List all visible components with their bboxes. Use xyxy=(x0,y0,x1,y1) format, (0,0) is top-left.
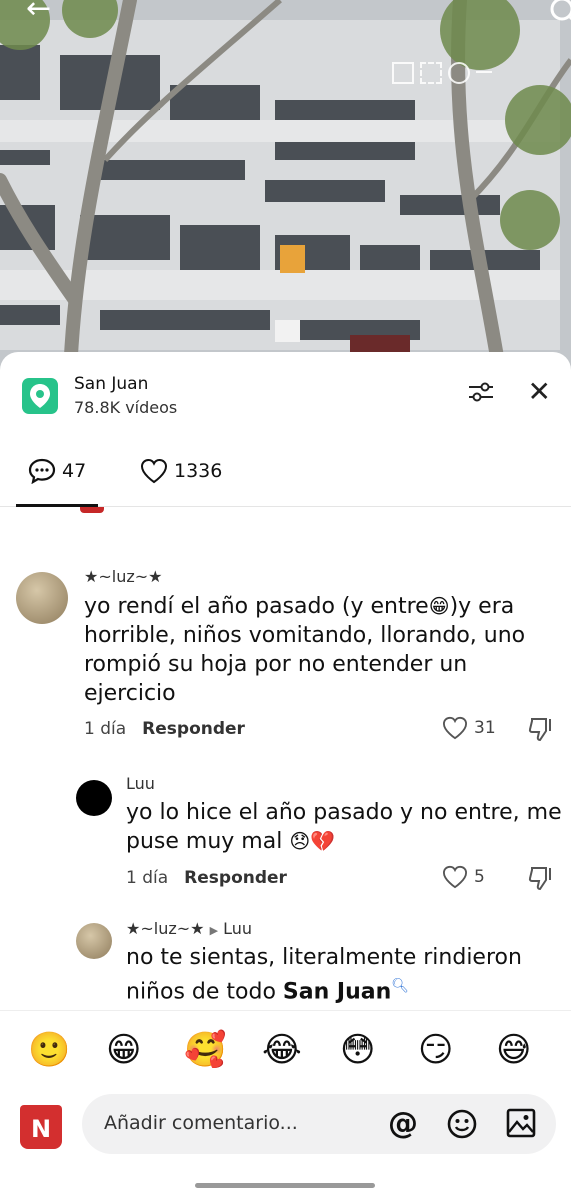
emoji-quick-bar: 🙂 😁 🥰 😂 😳 😏 😅 xyxy=(0,1010,571,1091)
square-icon xyxy=(392,62,414,84)
comment-input-placeholder: Añadir comentario... xyxy=(104,1112,298,1134)
emoji-tears-of-joy[interactable]: 😂 xyxy=(262,1033,302,1067)
image-icon[interactable] xyxy=(506,1108,536,1142)
circle-icon xyxy=(448,62,470,84)
building-scene xyxy=(0,0,571,375)
heart-icon xyxy=(140,458,168,484)
dislike-icon[interactable] xyxy=(527,865,555,895)
comment-like-button[interactable]: 5 xyxy=(442,865,485,889)
home-indicator[interactable] xyxy=(195,1183,375,1188)
comment-tabs: 47 1336 xyxy=(0,442,571,507)
comment-username[interactable]: ★~luz~★ ▶ Luu xyxy=(126,919,252,938)
emoji-smirking[interactable]: 😏 xyxy=(418,1033,453,1067)
emoji-smiling-hearts[interactable]: 🥰 xyxy=(184,1033,226,1067)
reply-comment-item: Luu yo lo hice el año pasado y no entre,… xyxy=(0,772,571,902)
comment-list: ★~luz~★ yo rendí el año pasado (y entre😁… xyxy=(0,507,571,1007)
tab-likes[interactable]: 1336 xyxy=(140,458,222,484)
comment-meta: 1 día Responder xyxy=(126,868,287,888)
comment-like-count: 31 xyxy=(474,718,496,738)
heart-icon xyxy=(442,716,468,740)
emoji-flushed[interactable]: 😳 xyxy=(340,1033,375,1067)
mention-icon[interactable]: @ xyxy=(388,1106,418,1141)
avatar[interactable] xyxy=(16,572,68,624)
comment-input-row: N Añadir comentario... @ xyxy=(0,1090,571,1160)
location-pin-icon xyxy=(22,378,58,414)
dislike-icon[interactable] xyxy=(527,716,555,746)
location-name[interactable]: San Juan xyxy=(74,374,148,394)
comment-icon xyxy=(28,458,56,484)
sad-broken-heart-emoji: 😞💔 xyxy=(289,829,336,853)
comment-text: yo rendí el año pasado (y entre😁)y era h… xyxy=(84,594,526,706)
comment-like-button[interactable]: 31 xyxy=(442,716,496,740)
likes-count: 1336 xyxy=(174,460,223,482)
smile-icon[interactable] xyxy=(446,1108,478,1144)
minus-icon xyxy=(476,71,492,73)
reply-comment-item: ★~luz~★ ▶ Luu no te sientas, literalment… xyxy=(0,917,571,1007)
comment-time: 1 día xyxy=(126,868,169,888)
comment-time: 1 día xyxy=(84,719,127,739)
user-avatar-badge[interactable]: N xyxy=(20,1105,62,1149)
video-background: ← xyxy=(0,0,571,375)
back-arrow-icon[interactable]: ← xyxy=(26,0,51,24)
reply-button[interactable]: Responder xyxy=(142,719,245,739)
comments-count: 47 xyxy=(62,460,87,482)
emoji-grinning[interactable]: 😁 xyxy=(106,1033,141,1067)
emoji-slightly-smiling[interactable]: 🙂 xyxy=(28,1033,70,1067)
reply-button[interactable]: Responder xyxy=(184,868,287,888)
heart-icon xyxy=(442,865,468,889)
comment-username[interactable]: ★~luz~★ xyxy=(84,567,162,586)
comment-input[interactable]: Añadir comentario... @ xyxy=(82,1094,556,1154)
search-link-icon[interactable]: 🔍︎ xyxy=(391,978,409,994)
cross-pattern-icon xyxy=(420,62,442,84)
video-overlay-icons xyxy=(392,62,492,84)
previous-comment-fragment xyxy=(80,507,104,513)
reply-arrow-icon: ▶ xyxy=(209,924,219,937)
location-video-count: 78.8K vídeos xyxy=(74,398,178,417)
comment-text: no te sientas, literalmente rindieron ni… xyxy=(126,945,522,1005)
comment-like-count: 5 xyxy=(474,867,485,887)
comment-meta: 1 día Responder xyxy=(84,719,245,739)
comment-text: yo lo hice el año pasado y no entre, me … xyxy=(126,800,562,854)
comment-username[interactable]: Luu xyxy=(126,774,155,793)
close-icon[interactable]: ✕ xyxy=(528,378,551,406)
search-link[interactable]: San Juan xyxy=(283,979,391,1004)
grin-emoji: 😁 xyxy=(428,594,450,618)
avatar[interactable] xyxy=(76,923,112,959)
avatar[interactable] xyxy=(76,780,112,816)
filter-icon[interactable] xyxy=(467,380,495,408)
location-header[interactable]: San Juan 78.8K vídeos ✕ xyxy=(22,374,551,426)
emoji-sweat-smile[interactable]: 😅 xyxy=(496,1033,531,1067)
comment-item: ★~luz~★ yo rendí el año pasado (y entre😁… xyxy=(0,562,571,752)
tab-comments[interactable]: 47 xyxy=(28,458,86,484)
reply-to-username[interactable]: Luu xyxy=(223,919,252,938)
